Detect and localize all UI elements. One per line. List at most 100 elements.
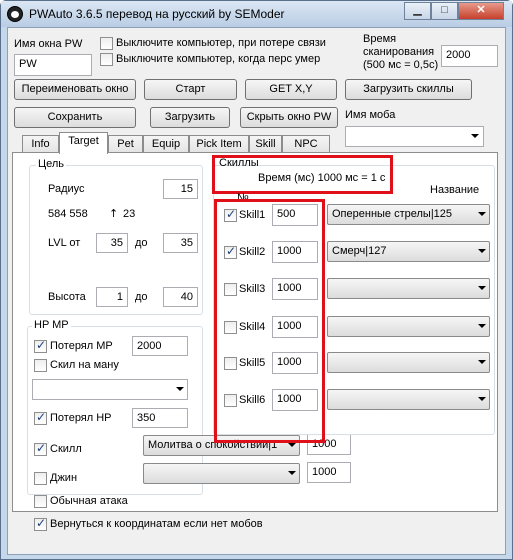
tab-pet[interactable]: Pet: [108, 135, 143, 153]
skill-name-combo-6[interactable]: [327, 389, 490, 410]
skill-name-combo-5[interactable]: [327, 352, 490, 373]
height-to-label: до: [135, 291, 148, 303]
scan-time-label-3: (500 мс = 0,5с): [363, 59, 439, 71]
djin-checkbox[interactable]: [34, 472, 47, 485]
skill-delay-input-6[interactable]: 1000: [272, 389, 318, 411]
lost-hp-label: Потерял HP: [50, 412, 112, 424]
chevron-down-icon: [478, 397, 486, 401]
radius-input[interactable]: 15: [163, 179, 198, 199]
skill-checkbox-4[interactable]: [224, 321, 237, 334]
chevron-down-icon: [288, 471, 296, 475]
chevron-down-icon: [471, 134, 479, 138]
tab-info[interactable]: Info: [22, 135, 59, 153]
skill-name-combo-4[interactable]: [327, 316, 490, 337]
skill-checkbox[interactable]: [34, 441, 47, 456]
title-bar[interactable]: PWAuto 3.6.5 перевод на русский by SEMod…: [1, 1, 512, 27]
minimize-button[interactable]: ▁: [404, 2, 431, 20]
skill-name-combo-3[interactable]: [327, 278, 490, 299]
start-button[interactable]: Старт: [144, 79, 237, 100]
djin-combo[interactable]: [143, 463, 300, 484]
skill-row-label-1: Skill1: [239, 209, 266, 221]
skill-mana-combo[interactable]: [32, 379, 188, 400]
return-coords-checkbox[interactable]: [34, 516, 47, 531]
skill-delay-input-2[interactable]: 1000: [272, 241, 318, 263]
height-from-input[interactable]: 1: [96, 287, 128, 307]
lvl-to-input[interactable]: 35: [163, 233, 198, 253]
lvl-from-label: LVL от: [48, 237, 81, 249]
coords-value: 584 558: [48, 208, 88, 220]
skill-checkbox-6[interactable]: [224, 394, 237, 407]
height-label: Высота: [48, 291, 86, 303]
scan-time-label-1: Время: [363, 33, 397, 45]
skill-mana-label: Скил на ману: [50, 359, 119, 371]
height-to-input[interactable]: 40: [163, 287, 198, 307]
skill-delay-input-1[interactable]: 500: [272, 204, 318, 226]
window-name-label: Имя окна PW: [14, 38, 83, 50]
skill-row-label-6: Skill6: [239, 394, 266, 406]
chevron-down-icon: [478, 286, 486, 290]
app-window: PWAuto 3.6.5 перевод на русский by SEMod…: [0, 0, 513, 560]
shutdown-death-checkbox[interactable]: [100, 53, 113, 66]
hide-pw-button[interactable]: Скрыть окно PW: [240, 107, 338, 128]
djin-delay-input[interactable]: 1000: [307, 462, 351, 483]
shutdown-disconnect-checkbox[interactable]: [100, 37, 113, 50]
lost-mp-input[interactable]: 2000: [132, 336, 188, 356]
skill-delay-input-3[interactable]: 1000: [272, 278, 318, 300]
skill-checkbox-3[interactable]: [224, 283, 237, 296]
tab-target[interactable]: Target: [59, 132, 108, 154]
chevron-down-icon: [288, 443, 296, 447]
lost-hp-checkbox[interactable]: [34, 410, 47, 425]
lvl-from-input[interactable]: 35: [96, 233, 128, 253]
load-button[interactable]: Загрузить: [150, 107, 230, 128]
window-name-input[interactable]: PW: [14, 54, 92, 76]
chevron-down-icon: [478, 324, 486, 328]
lost-mp-label: Потерял MP: [50, 340, 113, 352]
load-skills-button[interactable]: Загрузить скиллы: [345, 79, 472, 100]
skills-group-title: Скиллы: [219, 157, 259, 169]
scan-time-input[interactable]: 2000: [441, 45, 498, 67]
get-xy-button[interactable]: GET X,Y: [245, 79, 337, 100]
skill-checkbox-2[interactable]: [224, 244, 237, 259]
skill-row-label-4: Skill4: [239, 321, 266, 333]
skill-row-label-3: Skill3: [239, 283, 266, 295]
scan-time-label-2: сканирования: [363, 46, 435, 58]
skills-time-label: Время (мс) 1000 мс = 1 с: [258, 172, 386, 184]
skill-name-combo-1[interactable]: Оперенные стрелы|125: [327, 204, 490, 225]
arrow-up-icon: ↑: [109, 207, 119, 220]
skill-checkbox-1[interactable]: [224, 207, 237, 222]
client-area: Имя окна PW PW Выключите компьютер, при …: [7, 27, 506, 555]
skill-row-label-2: Skill2: [239, 246, 266, 258]
maximize-button[interactable]: □: [431, 2, 458, 20]
skills-col-name: Название: [430, 184, 480, 196]
skill-mana-checkbox[interactable]: [34, 359, 47, 372]
shutdown-death-label: Выключите компьютер, когда перс умер: [116, 53, 321, 65]
skill-delay-input-4[interactable]: 1000: [272, 316, 318, 338]
rename-window-button[interactable]: Переименовать окно: [14, 79, 136, 100]
skill-name-combo-2[interactable]: Смерч|127: [327, 241, 490, 262]
tab-npc[interactable]: NPC: [282, 135, 330, 153]
target-group-title: Цель: [36, 158, 67, 170]
lost-hp-input[interactable]: 350: [132, 408, 188, 428]
chevron-down-icon: [478, 360, 486, 364]
normal-attack-label: Обычная атака: [50, 495, 128, 507]
normal-attack-checkbox[interactable]: [34, 495, 47, 508]
window-title: PWAuto 3.6.5 перевод на русский by SEMod…: [29, 7, 285, 21]
mob-name-label: Имя моба: [345, 109, 396, 121]
tab-equip[interactable]: Equip: [143, 135, 189, 153]
skill-checkbox-5[interactable]: [224, 357, 237, 370]
lost-mp-checkbox[interactable]: [34, 338, 47, 353]
lvl-to-label: до: [135, 237, 148, 249]
shutdown-disconnect-label: Выключите компьютер, при потере связи: [116, 37, 326, 49]
skill-delay-input-5[interactable]: 1000: [272, 352, 318, 374]
skill-label: Скилл: [50, 443, 82, 455]
chevron-down-icon: [478, 249, 486, 253]
save-button[interactable]: Сохранить: [14, 107, 136, 128]
mob-name-combo[interactable]: [345, 126, 484, 147]
panda-app-icon: [7, 6, 23, 22]
chevron-down-icon: [478, 212, 486, 216]
tab-pick-item[interactable]: Pick Item: [189, 135, 249, 153]
coord-z-value: 23: [123, 208, 136, 220]
djin-label: Джин: [50, 472, 78, 484]
close-button[interactable]: ✕: [458, 2, 504, 20]
tab-skill[interactable]: Skill: [249, 135, 282, 153]
